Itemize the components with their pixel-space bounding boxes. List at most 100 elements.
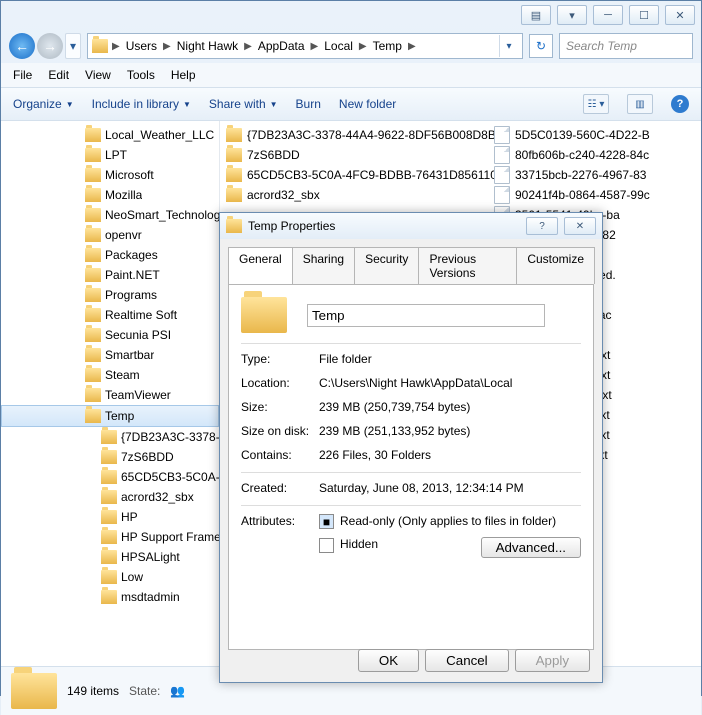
tree-item[interactable]: Programs <box>1 285 219 305</box>
tree-label: HP <box>121 510 138 524</box>
chevron-right-icon[interactable]: ▶ <box>242 41 254 52</box>
address-dropdown[interactable]: ▾ <box>499 35 518 57</box>
menu-tools[interactable]: Tools <box>127 68 155 82</box>
tree-item[interactable]: 65CD5CB3-5C0A-4 <box>1 467 219 487</box>
dialog-buttons: OK Cancel Apply <box>358 649 590 672</box>
dialog-close-button[interactable]: ✕ <box>564 217 596 235</box>
tree-item[interactable]: Low <box>1 567 219 587</box>
folder-icon <box>85 128 101 142</box>
menu-edit[interactable]: Edit <box>48 68 69 82</box>
file-item[interactable]: {7DB23A3C-3378-44A4-9622-8DF56B008D8B} <box>220 125 488 145</box>
tree-item[interactable]: Secunia PSI <box>1 325 219 345</box>
back-button[interactable]: ← <box>9 33 35 59</box>
folder-icon <box>85 368 101 382</box>
tree-item[interactable]: openvr <box>1 225 219 245</box>
tab-general[interactable]: General <box>228 247 293 284</box>
crumb[interactable]: Temp <box>371 39 404 53</box>
tree-item[interactable]: Microsoft <box>1 165 219 185</box>
tab-sharing[interactable]: Sharing <box>292 247 355 284</box>
nav-tree[interactable]: Local_Weather_LLCLPTMicrosoft Mozilla NeoS… <box>1 121 220 666</box>
close-button[interactable]: ✕ <box>665 5 695 25</box>
tree-label: Programs <box>105 288 157 302</box>
forward-button[interactable]: → <box>37 33 63 59</box>
tree-label: openvr <box>105 228 142 242</box>
include-library-button[interactable]: Include in library ▼ <box>92 97 191 111</box>
burn-button[interactable]: Burn <box>296 97 321 111</box>
tree-item[interactable]: Packages <box>1 245 219 265</box>
file-item[interactable]: 80fb606b-c240-4228-84c <box>488 145 656 165</box>
location-label: Location: <box>241 376 319 390</box>
refresh-button[interactable]: ↻ <box>529 34 553 58</box>
folder-icon <box>101 510 117 524</box>
menu-file[interactable]: File <box>13 68 32 82</box>
tree-item[interactable]: Mozilla <box>1 185 219 205</box>
file-item[interactable]: 90241f4b-0864-4587-99c <box>488 185 656 205</box>
new-folder-button[interactable]: New folder <box>339 97 396 111</box>
dialog-help-button[interactable]: ? <box>526 217 558 235</box>
tree-item[interactable]: 7zS6BDD <box>1 447 219 467</box>
tree-label: Secunia PSI <box>105 328 171 342</box>
readonly-checkbox[interactable]: ■ <box>319 514 334 529</box>
share-button[interactable]: Share with ▼ <box>209 97 278 111</box>
tree-label: acrord32_sbx <box>121 490 194 504</box>
menu-view[interactable]: View <box>85 68 111 82</box>
file-item[interactable]: 5D5C0139-560C-4D22-B <box>488 125 656 145</box>
view-mode-button[interactable]: ☷ ▾ <box>583 94 609 114</box>
search-input[interactable]: Search Temp <box>559 33 693 59</box>
maximize-button[interactable]: ☐ <box>629 5 659 25</box>
tab-previous-versions[interactable]: Previous Versions <box>418 247 517 284</box>
tab-security[interactable]: Security <box>354 247 419 284</box>
tab-customize[interactable]: Customize <box>516 247 595 284</box>
tree-item[interactable]: Paint.NET <box>1 265 219 285</box>
tree-item[interactable]: HP <box>1 507 219 527</box>
hidden-checkbox[interactable] <box>319 538 334 553</box>
tree-item[interactable]: TeamViewer <box>1 385 219 405</box>
folder-icon <box>226 148 242 162</box>
titlebar-dropdown[interactable]: ▾ <box>557 5 587 25</box>
tree-item[interactable]: {7DB23A3C-3378-4 <box>1 427 219 447</box>
titlebar-unknown-button[interactable]: ▤ <box>521 5 551 25</box>
tree-item[interactable]: Smartbar <box>1 345 219 365</box>
chevron-right-icon[interactable]: ▶ <box>357 41 369 52</box>
organize-button[interactable]: Organize ▼ <box>13 97 74 111</box>
crumb[interactable]: Night Hawk <box>175 39 240 53</box>
file-item[interactable]: 7zS6BDD <box>220 145 488 165</box>
cancel-button[interactable]: Cancel <box>425 649 509 672</box>
tree-item[interactable]: Local_Weather_LLC <box>1 125 219 145</box>
chevron-right-icon[interactable]: ▶ <box>110 41 122 52</box>
tree-item[interactable]: HPSALight <box>1 547 219 567</box>
history-dropdown[interactable]: ▾ <box>65 33 81 59</box>
folder-icon <box>85 288 101 302</box>
chevron-right-icon[interactable]: ▶ <box>406 41 418 52</box>
tree-label: 65CD5CB3-5C0A-4 <box>121 470 219 484</box>
tree-item[interactable]: acrord32_sbx <box>1 487 219 507</box>
crumb[interactable]: Users <box>124 39 159 53</box>
crumb[interactable]: AppData <box>256 39 307 53</box>
ok-button[interactable]: OK <box>358 649 419 672</box>
chevron-right-icon[interactable]: ▶ <box>309 41 321 52</box>
tree-item[interactable]: Steam <box>1 365 219 385</box>
crumb[interactable]: Local <box>322 39 355 53</box>
tree-item[interactable]: LPT <box>1 145 219 165</box>
file-item[interactable]: 65CD5CB3-5C0A-4FC9-BDBB-76431D856110 <box>220 165 488 185</box>
tree-item[interactable]: msdtadmin <box>1 587 219 607</box>
folder-icon <box>101 550 117 564</box>
location-value: C:\Users\Night Hawk\AppData\Local <box>319 376 581 390</box>
chevron-right-icon[interactable]: ▶ <box>161 41 173 52</box>
breadcrumb-bar[interactable]: ▶ Users ▶ Night Hawk ▶ AppData ▶ Local ▶… <box>87 33 523 59</box>
tree-label: Mozilla <box>105 188 142 202</box>
apply-button[interactable]: Apply <box>515 649 590 672</box>
size-label: Size: <box>241 400 319 414</box>
file-item[interactable]: acrord32_sbx <box>220 185 488 205</box>
folder-name-input[interactable] <box>307 304 545 327</box>
tree-item[interactable]: Realtime Soft <box>1 305 219 325</box>
tree-item[interactable]: HP Support Frame <box>1 527 219 547</box>
tree-item[interactable]: NeoSmart_Technologie <box>1 205 219 225</box>
menu-help[interactable]: Help <box>171 68 196 82</box>
preview-pane-button[interactable]: ▥ <box>627 94 653 114</box>
tree-item[interactable]: Temp <box>1 405 219 427</box>
help-icon[interactable]: ? <box>671 95 689 113</box>
minimize-button[interactable]: ─ <box>593 5 623 25</box>
advanced-button[interactable]: Advanced... <box>481 537 581 558</box>
file-item[interactable]: 33715bcb-2276-4967-83 <box>488 165 656 185</box>
